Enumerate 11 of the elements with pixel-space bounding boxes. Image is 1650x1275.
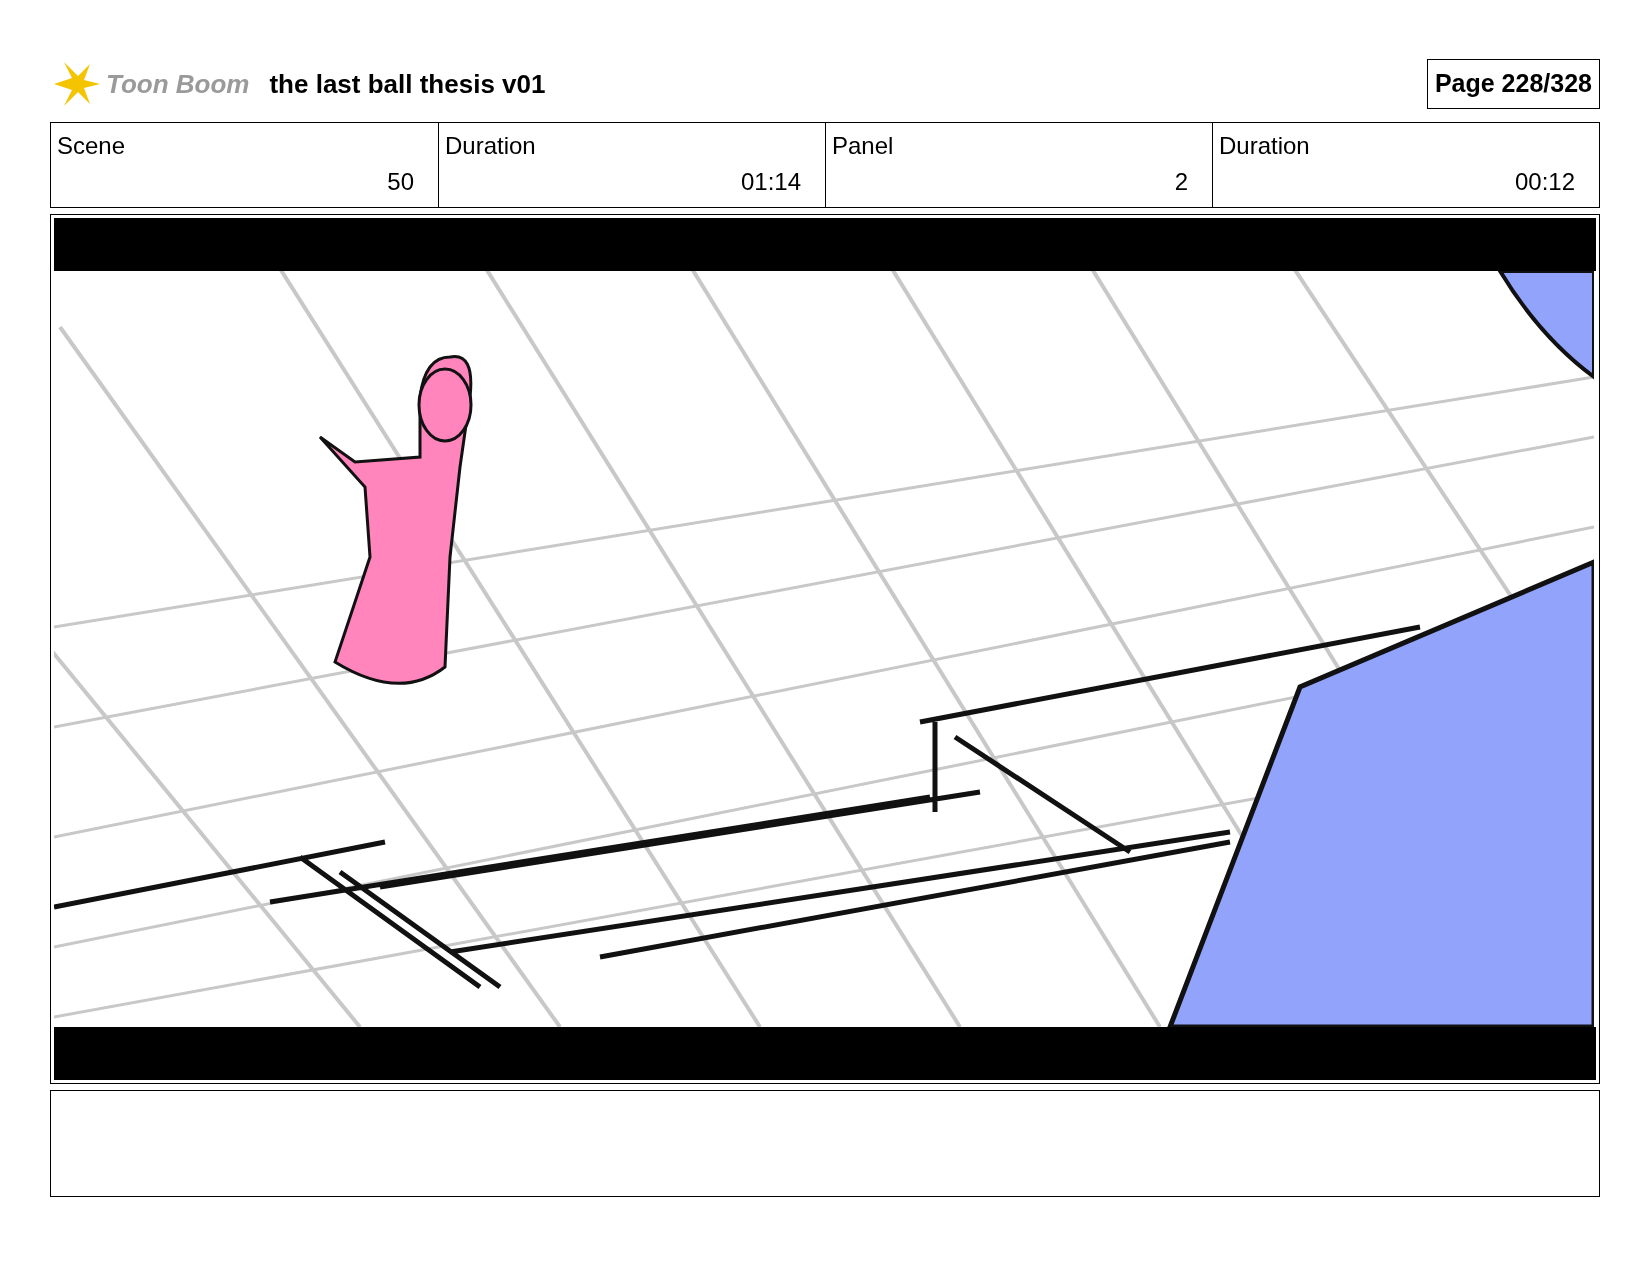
field-value: 00:12 [1514,167,1575,197]
field-value: 2 [1174,167,1188,197]
document-title: the last ball thesis v01 [269,67,546,101]
logo-text: Toon Boom [106,67,250,101]
field-value: 50 [387,167,414,197]
field-label: Scene [57,131,127,161]
field-label: Duration [1219,131,1311,161]
field-label: Duration [445,131,537,161]
field-label: Panel [832,131,895,161]
page-number: Page 228/328 [1426,59,1600,109]
field-value: 01:14 [740,167,801,197]
